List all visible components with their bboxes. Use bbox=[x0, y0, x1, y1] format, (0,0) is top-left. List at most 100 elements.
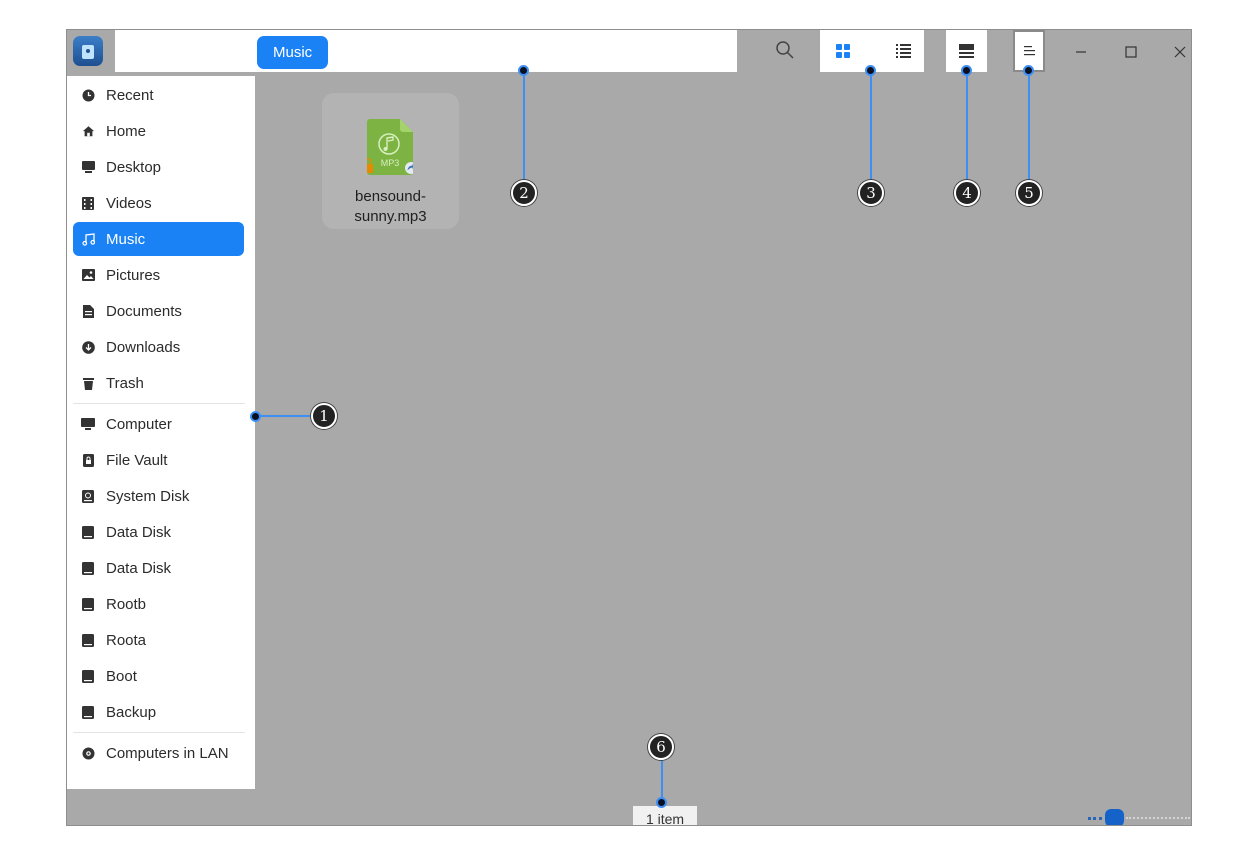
sidebar-item-label: File Vault bbox=[106, 451, 168, 469]
search-icon bbox=[776, 41, 794, 59]
callout-anchor bbox=[961, 65, 972, 76]
sidebar-item-roota[interactable]: Roota bbox=[73, 623, 244, 657]
zoom-slider-track bbox=[1126, 817, 1190, 819]
system-disk-icon bbox=[81, 489, 95, 503]
sidebar-item-label: Pictures bbox=[106, 266, 161, 284]
sidebar-item-label: Documents bbox=[106, 302, 182, 320]
music-note-icon bbox=[81, 232, 95, 246]
breadcrumb-music[interactable]: Music bbox=[257, 36, 329, 69]
hamburger-menu-icon bbox=[1023, 46, 1035, 56]
search-button[interactable] bbox=[775, 40, 797, 62]
callout-line bbox=[966, 70, 968, 182]
trash-icon bbox=[81, 376, 95, 390]
vault-icon bbox=[81, 453, 95, 467]
sidebar-item-label: Downloads bbox=[106, 338, 181, 356]
address-bar[interactable] bbox=[115, 30, 737, 72]
file-type-badge: MP3 bbox=[380, 158, 400, 168]
callout-number: 5 bbox=[1016, 180, 1042, 206]
sidebar-item-desktop[interactable]: Desktop bbox=[73, 150, 244, 184]
sidebar-item-label: Backup bbox=[106, 703, 157, 721]
file-name-line: sunny.mp3 bbox=[354, 208, 427, 225]
sidebar-item-label: Rootb bbox=[106, 595, 147, 613]
callout-anchor bbox=[865, 65, 876, 76]
callout-number: 3 bbox=[858, 180, 884, 206]
sidebar-footer bbox=[67, 789, 262, 825]
title-bar: Music bbox=[67, 30, 1191, 72]
sidebar-item-label: Trash bbox=[106, 374, 144, 392]
sidebar-item-label: Data Disk bbox=[106, 523, 172, 541]
maximize-icon bbox=[1125, 46, 1137, 58]
sidebar-item-label: Home bbox=[106, 122, 147, 140]
callout-line bbox=[661, 758, 663, 802]
list-icon bbox=[895, 44, 911, 58]
disk-icon bbox=[81, 525, 95, 539]
sidebar-item-recent[interactable]: Recent bbox=[73, 78, 244, 112]
minimize-icon bbox=[1076, 51, 1086, 53]
disk-icon bbox=[81, 633, 95, 647]
disk-icon bbox=[81, 561, 95, 575]
sidebar-item-videos[interactable]: Videos bbox=[73, 186, 244, 220]
callout-number: 4 bbox=[954, 180, 980, 206]
callout-anchor bbox=[1023, 65, 1034, 76]
sidebar-item-label: Roota bbox=[106, 631, 147, 649]
file-item[interactable]: bensound- sunny.mp3 MP3 bbox=[322, 93, 459, 229]
sidebar-divider bbox=[73, 403, 245, 404]
file-name-line: bensound- bbox=[355, 188, 426, 205]
film-icon bbox=[81, 196, 95, 210]
sidebar-item-music[interactable]: Music bbox=[73, 222, 244, 256]
file-manager-window: Music Recent Home Desktop Videos Music P… bbox=[66, 29, 1192, 826]
icon-view-button[interactable] bbox=[830, 38, 856, 64]
sidebar-item-system-disk[interactable]: System Disk bbox=[73, 479, 244, 513]
callout-line bbox=[1028, 70, 1030, 182]
sidebar-item-label: Videos bbox=[106, 194, 152, 212]
sidebar-item-label: Boot bbox=[106, 667, 137, 685]
sidebar-item-home[interactable]: Home bbox=[73, 114, 244, 148]
callout-number: 6 bbox=[648, 734, 674, 760]
close-icon bbox=[1174, 46, 1186, 58]
sidebar: Recent Home Desktop Videos Music Picture… bbox=[67, 76, 255, 789]
maximize-button[interactable] bbox=[1117, 38, 1145, 66]
file-name: bensound- sunny.mp3 bbox=[322, 187, 459, 227]
sidebar-item-label: Computer bbox=[106, 415, 172, 433]
sidebar-item-file-vault[interactable]: File Vault bbox=[73, 443, 244, 477]
sidebar-item-label: Data Disk bbox=[106, 559, 172, 577]
home-icon bbox=[81, 124, 95, 138]
sidebar-item-label: Recent bbox=[106, 86, 154, 104]
close-button[interactable] bbox=[1166, 38, 1191, 66]
callout-line bbox=[255, 415, 312, 417]
desktop-icon bbox=[81, 160, 95, 174]
zoom-slider[interactable] bbox=[1088, 809, 1191, 825]
sidebar-divider bbox=[73, 732, 245, 733]
sidebar-item-pictures[interactable]: Pictures bbox=[73, 258, 244, 292]
sidebar-item-computer[interactable]: Computer bbox=[73, 407, 244, 441]
network-icon bbox=[81, 746, 95, 760]
sidebar-item-trash[interactable]: Trash bbox=[73, 366, 244, 400]
sidebar-item-rootb[interactable]: Rootb bbox=[73, 587, 244, 621]
callout-anchor bbox=[250, 411, 261, 422]
zoom-slider-handle[interactable] bbox=[1105, 809, 1124, 825]
grid-icon bbox=[836, 44, 850, 58]
computer-icon bbox=[81, 417, 95, 431]
callout-anchor bbox=[518, 65, 529, 76]
app-logo-icon bbox=[73, 36, 103, 66]
callout-anchor bbox=[656, 797, 667, 808]
callout-number: 1 bbox=[311, 403, 337, 429]
sidebar-item-label: Desktop bbox=[106, 158, 162, 176]
minimize-button[interactable] bbox=[1067, 38, 1095, 66]
picture-icon bbox=[81, 268, 95, 282]
sidebar-item-data-disk[interactable]: Data Disk bbox=[73, 515, 244, 549]
sidebar-item-downloads[interactable]: Downloads bbox=[73, 330, 244, 364]
list-view-button[interactable] bbox=[890, 38, 916, 64]
callout-line bbox=[523, 70, 525, 182]
clock-icon bbox=[81, 88, 95, 102]
status-bar-item-count: 1 item bbox=[633, 806, 697, 825]
sidebar-item-backup[interactable]: Backup bbox=[73, 695, 244, 729]
sidebar-item-data-disk[interactable]: Data Disk bbox=[73, 551, 244, 585]
callout-number: 2 bbox=[511, 180, 537, 206]
disk-icon bbox=[81, 705, 95, 719]
sidebar-item-label: System Disk bbox=[106, 487, 190, 505]
sidebar-item-computers-in-lan[interactable]: Computers in LAN bbox=[73, 736, 244, 770]
sidebar-item-documents[interactable]: Documents bbox=[73, 294, 244, 328]
file-view-area[interactable]: bensound- sunny.mp3 MP3 bbox=[262, 76, 1191, 825]
sidebar-item-boot[interactable]: Boot bbox=[73, 659, 244, 693]
